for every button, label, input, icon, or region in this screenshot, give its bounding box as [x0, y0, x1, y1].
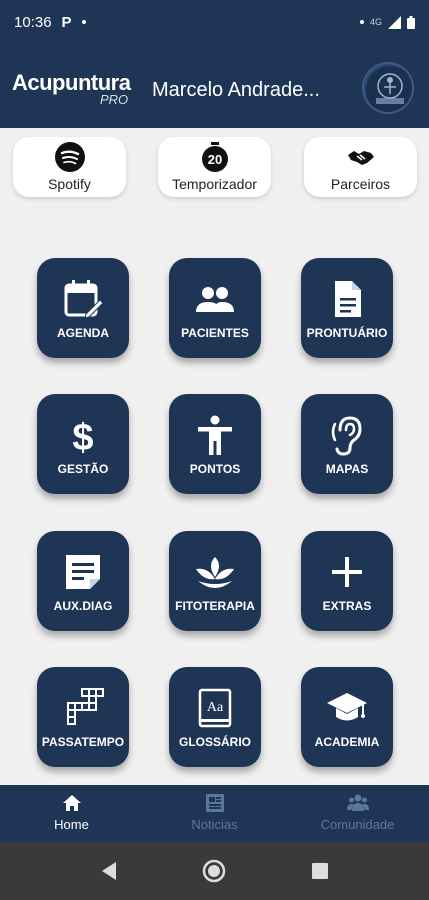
tile-label: PONTOS [189, 462, 241, 476]
handshake-icon [347, 151, 374, 165]
tile-label: AUX.DIAG [53, 599, 113, 613]
tile-aux-diag[interactable]: AUX.DIAG [37, 531, 129, 631]
tile-label: MAPAS [325, 462, 369, 476]
tile-agenda[interactable]: AGENDA [37, 258, 129, 358]
ear-icon [331, 416, 362, 456]
quick-timer-button[interactable]: 20 Temporizador [158, 137, 271, 197]
spotify-icon [54, 142, 85, 172]
community-icon [346, 794, 369, 811]
nav-comunidade[interactable]: Comunidade [286, 785, 429, 842]
tile-academia[interactable]: ACADEMIA [301, 667, 393, 767]
tile-label: PACIENTES [181, 326, 249, 340]
svg-text:$: $ [72, 417, 93, 456]
bottom-navigation: Home Noticias Comunidade [0, 785, 429, 842]
tile-glossario[interactable]: Aa GLOSSÁRIO [169, 667, 261, 767]
tile-label: PRONTUÁRIO [306, 326, 388, 340]
nav-home[interactable]: Home [0, 785, 143, 842]
plus-icon [332, 557, 362, 587]
status-time: 10:36 [14, 13, 52, 31]
plant-icon [196, 557, 234, 588]
graduation-cap-icon [327, 693, 367, 721]
timer-badge: 20 [207, 152, 221, 167]
status-bar: 10:36 P 4G [0, 0, 429, 44]
dictionary-icon: Aa [198, 688, 232, 728]
back-icon[interactable] [98, 859, 122, 883]
app-logo-sub: PRO [100, 92, 129, 107]
tile-label: GLOSSÁRIO [178, 735, 251, 749]
status-app-indicator: P [61, 13, 72, 31]
quick-label: Spotify [48, 176, 91, 192]
body-icon [198, 415, 232, 455]
tile-pacientes[interactable]: PACIENTES [169, 258, 261, 358]
signal-icon [388, 15, 401, 29]
nav-label: Noticias [191, 817, 238, 832]
dictionary-icon-text: Aa [207, 700, 224, 715]
notification-dot-icon [81, 20, 86, 24]
quick-label: Parceiros [330, 176, 391, 192]
tile-gestao[interactable]: $ GESTÃO [37, 394, 129, 494]
news-icon [205, 794, 224, 812]
tile-label: GESTÃO [57, 462, 109, 476]
people-icon [196, 287, 234, 312]
tile-label: EXTRAS [322, 599, 372, 613]
app-header: Acupuntura PRO Marcelo Andrade... [0, 44, 429, 128]
quick-label: Temporizador [172, 176, 257, 192]
timer-20-icon: 20 [201, 142, 228, 172]
profile-logo-icon [366, 66, 412, 112]
note-icon [66, 555, 100, 589]
system-navigation [0, 842, 429, 900]
quick-partners-button[interactable]: Parceiros [304, 137, 417, 197]
nav-label: Home [54, 817, 89, 832]
crossword-icon [67, 688, 104, 725]
tile-passatempo[interactable]: PASSATEMPO [37, 667, 129, 767]
tile-prontuario[interactable]: PRONTUÁRIO [301, 258, 393, 358]
tile-label: AGENDA [56, 326, 109, 340]
tile-fitoterapia[interactable]: FITOTERAPIA [169, 531, 261, 631]
document-icon [335, 281, 361, 317]
tile-label: FITOTERAPIA [175, 599, 255, 613]
calendar-edit-icon [64, 280, 104, 319]
user-name[interactable]: Marcelo Andrade... [152, 79, 320, 102]
tile-label: PASSATEMPO [41, 735, 125, 749]
tile-pontos[interactable]: PONTOS [169, 394, 261, 494]
tile-label: ACADEMIA [314, 735, 380, 749]
dollar-icon: $ [72, 417, 93, 456]
battery-icon [407, 15, 415, 29]
nav-noticias[interactable]: Noticias [143, 785, 286, 842]
nav-label: Comunidade [320, 817, 395, 832]
quick-spotify-button[interactable]: Spotify [13, 137, 126, 197]
avatar[interactable] [362, 62, 414, 114]
status-dot-icon [359, 20, 364, 24]
home-button-icon[interactable] [202, 859, 226, 883]
quick-actions: Spotify 20 Temporizador Parceiros [0, 137, 429, 199]
tile-mapas[interactable]: MAPAS [301, 394, 393, 494]
tile-extras[interactable]: EXTRAS [301, 531, 393, 631]
home-icon [62, 795, 81, 811]
recents-icon[interactable] [308, 859, 332, 883]
network-type: 4G [369, 17, 382, 27]
